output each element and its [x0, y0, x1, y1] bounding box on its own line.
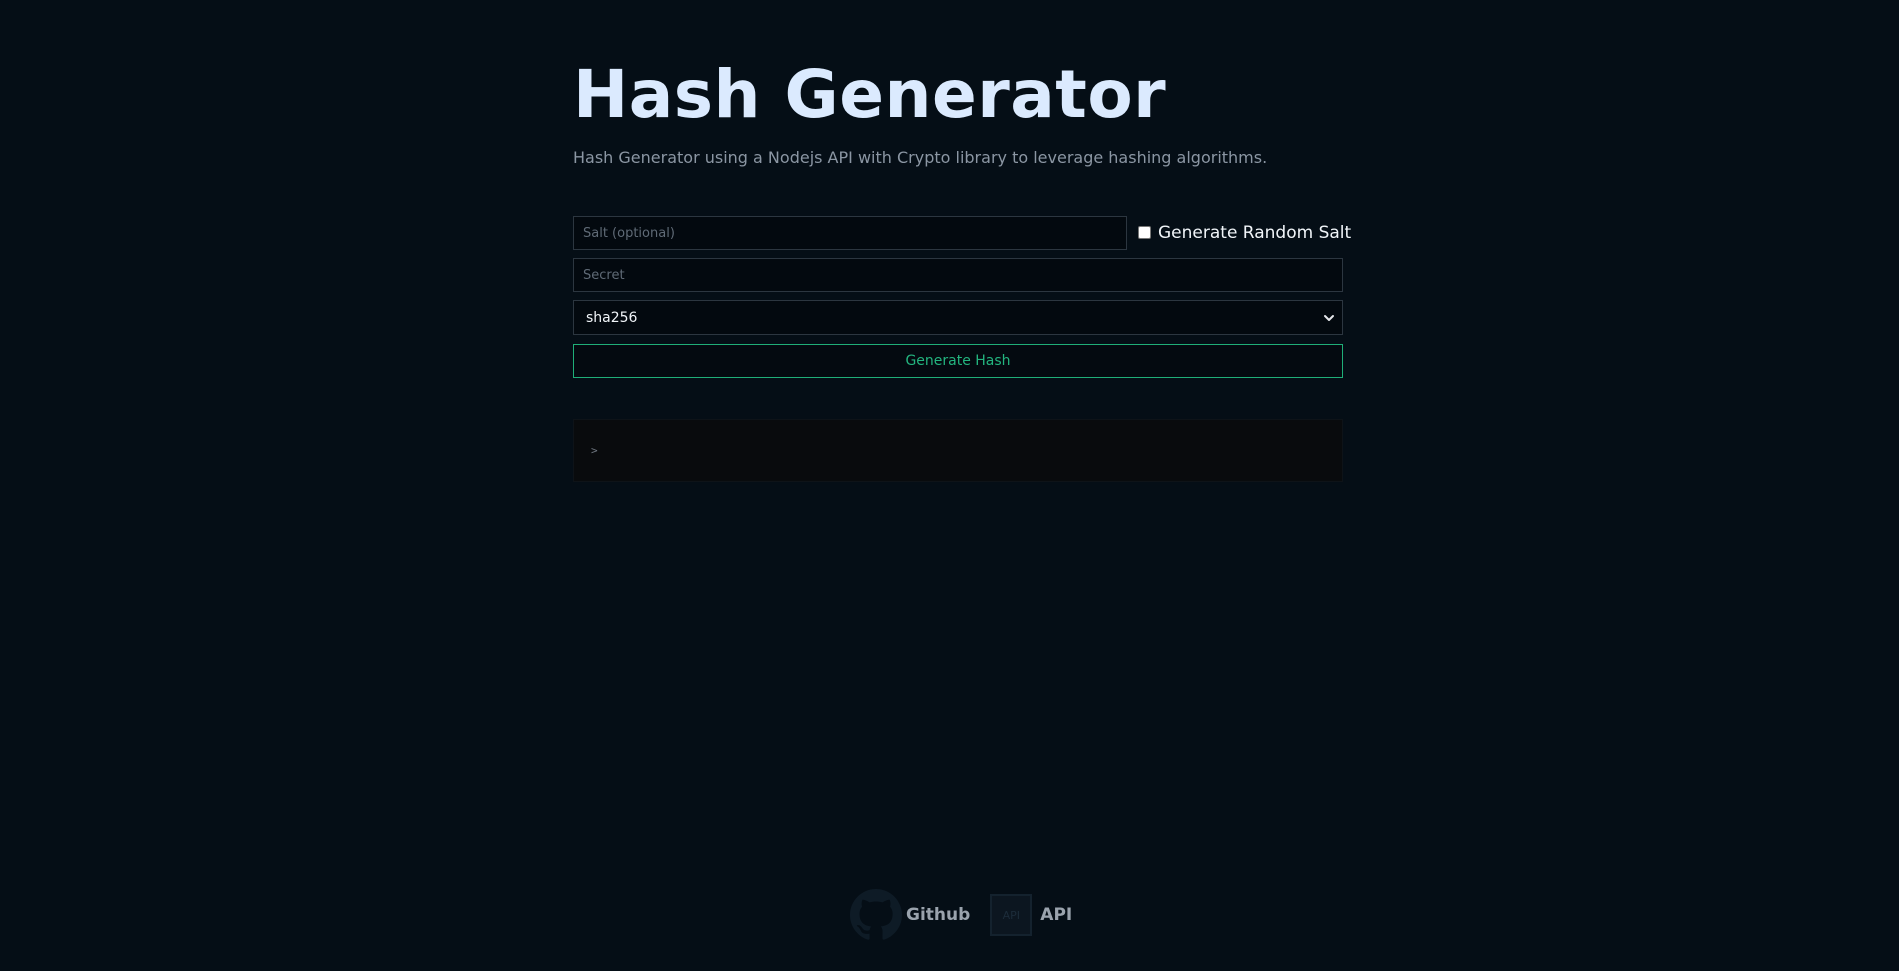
page-title: Hash Generator: [573, 56, 1167, 133]
generate-hash-button[interactable]: Generate Hash: [573, 344, 1343, 378]
api-link[interactable]: API API: [970, 894, 1072, 936]
random-salt-label: Generate Random Salt: [1158, 223, 1352, 243]
api-icon: API: [990, 894, 1033, 936]
github-link-label: Github: [906, 905, 971, 925]
algorithm-select[interactable]: sha256: [573, 300, 1343, 335]
secret-input[interactable]: [573, 258, 1343, 292]
api-link-label: API: [1040, 905, 1073, 925]
hash-output-panel: >: [573, 419, 1343, 482]
salt-input[interactable]: [573, 216, 1127, 250]
random-salt-checkbox[interactable]: [1138, 225, 1151, 239]
footer: Github API API: [850, 888, 1072, 942]
algorithm-selected-value: sha256: [586, 309, 638, 326]
page-subtitle: Hash Generator using a Nodejs API with C…: [573, 148, 1268, 167]
github-link[interactable]: Github: [850, 889, 970, 941]
output-prompt: >: [591, 444, 598, 457]
random-salt-toggle[interactable]: Generate Random Salt: [1138, 216, 1351, 250]
github-icon: [850, 889, 902, 940]
chevron-down-icon: [1324, 314, 1334, 321]
